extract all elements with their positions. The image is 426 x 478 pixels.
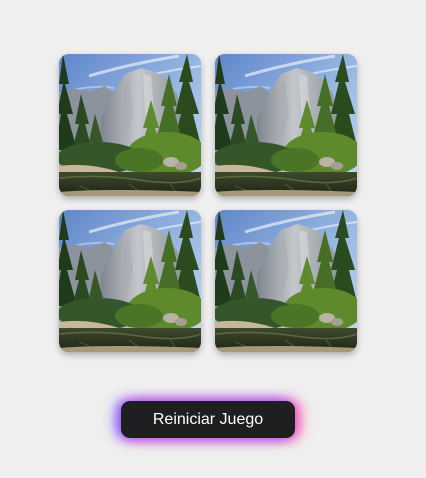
card-4[interactable] [215, 210, 357, 352]
landscape-image [59, 210, 201, 352]
card-1[interactable] [59, 54, 201, 196]
card-grid [59, 54, 357, 352]
restart-button-wrap: Reiniciar Juego [121, 401, 295, 438]
landscape-image [215, 54, 357, 196]
card-3[interactable] [59, 210, 201, 352]
landscape-image [215, 210, 357, 352]
landscape-image [59, 54, 201, 196]
restart-game-button[interactable]: Reiniciar Juego [121, 401, 295, 438]
card-2[interactable] [215, 54, 357, 196]
game-screen: Reiniciar Juego [0, 0, 426, 478]
